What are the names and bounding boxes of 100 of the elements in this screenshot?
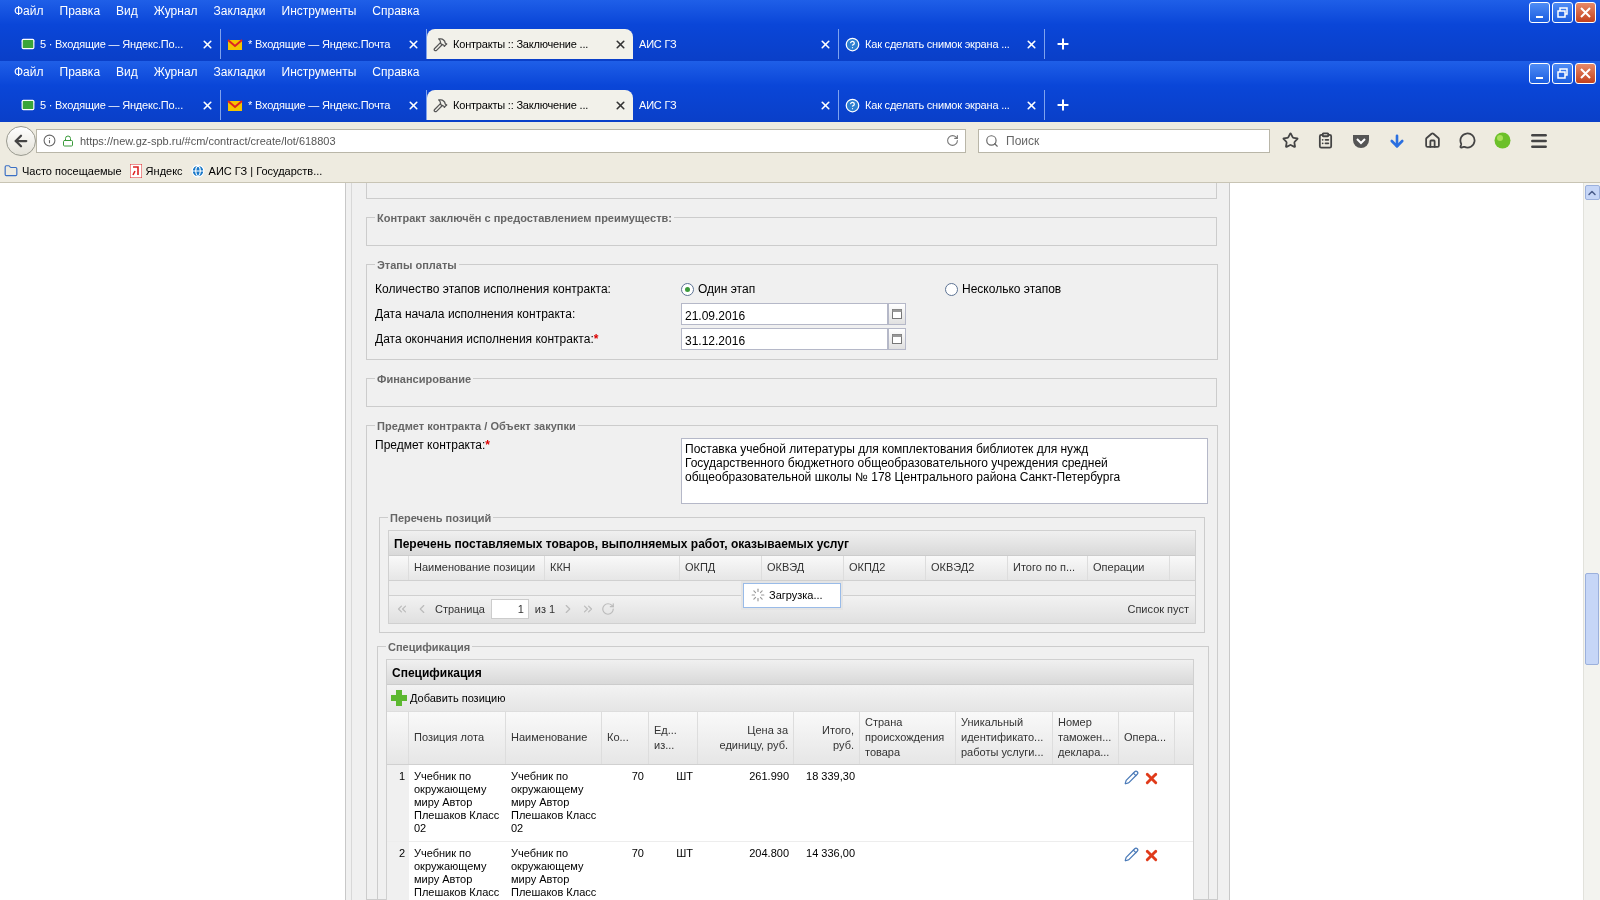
- page-field[interactable]: 1: [490, 599, 529, 620]
- add-position-button[interactable]: Добавить позицию: [391, 689, 506, 706]
- column-header[interactable]: Цена за единицу, руб.: [698, 711, 794, 764]
- column-header[interactable]: Ко...: [602, 711, 649, 764]
- browser-tab[interactable]: АИС ГЗ: [633, 90, 839, 120]
- menu-item[interactable]: Правка: [51, 64, 109, 79]
- search-icon: [985, 133, 999, 148]
- scroll-up-button[interactable]: [1584, 185, 1600, 200]
- column-header[interactable]: Итого, руб.: [794, 711, 860, 764]
- browser-tab[interactable]: 5 · Входящие — Яндекс.По...: [15, 90, 221, 120]
- column-header[interactable]: ККН: [545, 555, 680, 580]
- row-number: 2: [387, 841, 409, 900]
- menu-item[interactable]: Правка: [51, 3, 109, 18]
- search-input[interactable]: Поиск: [1004, 132, 1263, 149]
- calendar-button[interactable]: [888, 328, 906, 350]
- date-field[interactable]: 31.12.2016: [681, 328, 888, 350]
- column-header[interactable]: Позиция лота: [409, 711, 506, 764]
- column-header[interactable]: ОКПД: [680, 555, 762, 580]
- tab-close-button[interactable]: [1025, 98, 1038, 112]
- address-bar[interactable]: https://new.gz-spb.ru/#cm/contract/create/lot/618803: [36, 128, 966, 153]
- restore-button[interactable]: [1552, 2, 1573, 23]
- menu-item[interactable]: Справка: [364, 64, 428, 79]
- search-field[interactable]: Поиск: [978, 128, 1270, 153]
- bookmark-link[interactable]: Яндекс: [129, 163, 183, 178]
- browser-tab[interactable]: 5 · Входящие — Яндекс.По...: [15, 29, 221, 59]
- menu-item[interactable]: Вид: [108, 3, 146, 18]
- browser-tab[interactable]: АИС ГЗ: [633, 29, 839, 59]
- browser-tab[interactable]: * Входящие — Яндекс.Почта: [221, 29, 427, 59]
- reload-icon[interactable]: [946, 134, 959, 147]
- menu-item[interactable]: Инструменты: [273, 3, 365, 18]
- browser-tab[interactable]: Как сделать снимок экрана ...: [839, 90, 1045, 120]
- browser-tab[interactable]: Контракты :: Заключение ...: [427, 90, 633, 120]
- browser-tab[interactable]: * Входящие — Яндекс.Почта: [221, 90, 427, 120]
- lock-icon: [62, 134, 74, 147]
- table-cell-text: 18 339,30: [805, 768, 856, 784]
- tab-close-button[interactable]: [614, 98, 627, 112]
- column-header[interactable]: Номер таможен... деклара...: [1053, 711, 1119, 764]
- date-field[interactable]: 21.09.2016: [681, 303, 888, 325]
- minimize-button[interactable]: [1529, 2, 1550, 23]
- calendar-button[interactable]: [888, 303, 906, 325]
- scrollbar-thumb[interactable]: [1585, 573, 1599, 665]
- column-header[interactable]: Ед... из...: [649, 711, 698, 764]
- menu-item[interactable]: Файл: [6, 64, 52, 79]
- tab-close-button[interactable]: [201, 98, 214, 112]
- menu-item[interactable]: Журнал: [145, 64, 206, 79]
- menu-item[interactable]: Файл: [6, 3, 52, 18]
- restore-button[interactable]: [1552, 63, 1573, 84]
- tab-close-button[interactable]: [819, 37, 832, 51]
- close-icon: [1025, 37, 1038, 51]
- close-icon: [201, 98, 214, 112]
- table-cell-text: ШТ: [675, 845, 694, 861]
- close-icon: [201, 37, 214, 51]
- close-button[interactable]: [1575, 63, 1596, 84]
- section-title: Предмет контракта / Объект закупки: [376, 419, 577, 432]
- tab-close-button[interactable]: [201, 37, 214, 51]
- column-header[interactable]: Операции: [1088, 555, 1170, 580]
- column-header[interactable]: ОКВЭД: [762, 555, 844, 580]
- menu-item[interactable]: Журнал: [145, 3, 206, 18]
- globe-icon: [190, 163, 205, 178]
- edit-button[interactable]: [1124, 769, 1139, 786]
- tab-close-button[interactable]: [614, 37, 627, 51]
- column-header[interactable]: ОКПД2: [844, 555, 926, 580]
- close-button[interactable]: [1575, 2, 1596, 23]
- close-icon: [819, 37, 832, 51]
- column-header[interactable]: Опера...: [1119, 711, 1175, 764]
- menu-item[interactable]: Закладки: [205, 3, 274, 18]
- back-button[interactable]: [6, 125, 36, 156]
- menu-item[interactable]: Вид: [108, 64, 146, 79]
- bookmark-link[interactable]: АИС ГЗ | Государств...: [190, 163, 323, 178]
- column-header[interactable]: ОКВЭД2: [926, 555, 1008, 580]
- tab-close-button[interactable]: [1025, 37, 1038, 51]
- pencil-icon: [1124, 769, 1139, 785]
- minimize-icon: [1536, 76, 1543, 79]
- tab-close-button[interactable]: [407, 98, 420, 112]
- menu-item[interactable]: Инструменты: [273, 64, 365, 79]
- menu-item[interactable]: Закладки: [205, 64, 274, 79]
- bookmark-link[interactable]: Часто посещаемые: [4, 163, 122, 178]
- table-cell-text: 261.990: [748, 768, 790, 784]
- radio-option[interactable]: Один этап: [681, 282, 945, 296]
- column-header[interactable]: Наименование: [506, 711, 602, 764]
- browser-tab[interactable]: Как сделать снимок экрана ...: [839, 29, 1045, 59]
- table-cell-text: Учебник по окружающему миру Автор Плешаков Класс: [510, 845, 598, 900]
- minimize-icon: [1536, 15, 1543, 18]
- column-header[interactable]: Итого по п...: [1008, 555, 1088, 580]
- tab-close-button[interactable]: [407, 37, 420, 51]
- column-header[interactable]: Наименование позиции: [409, 555, 545, 580]
- radio-option[interactable]: Несколько этапов: [945, 282, 1209, 296]
- section-title: Контракт заключён с предоставлением преимуществ:: [376, 211, 674, 224]
- minimize-button[interactable]: [1529, 63, 1550, 84]
- spinner-icon: [751, 588, 765, 603]
- column-header[interactable]: Уникальный идентификато... работы услуги...: [956, 711, 1053, 764]
- menu-item[interactable]: Справка: [364, 3, 428, 18]
- column-header[interactable]: Страна происхождения товара: [860, 711, 956, 764]
- subject-textarea[interactable]: Поставка учебной литературы для комплектования библиотек для нужд Государственного бюджетного общеобразовательного учреждения средней общеобразовательной школы № 178 Центрального района Санкт-Петербурга: [681, 437, 1208, 504]
- browser-tab[interactable]: Контракты :: Заключение ...: [427, 29, 633, 59]
- ball-icon: [1494, 132, 1511, 149]
- field-label: Количество этапов исполнения контракта:: [375, 282, 612, 296]
- edit-button[interactable]: [1124, 846, 1139, 863]
- table-cell-text: 14 336,00: [805, 845, 856, 861]
- tab-close-button[interactable]: [819, 98, 832, 112]
